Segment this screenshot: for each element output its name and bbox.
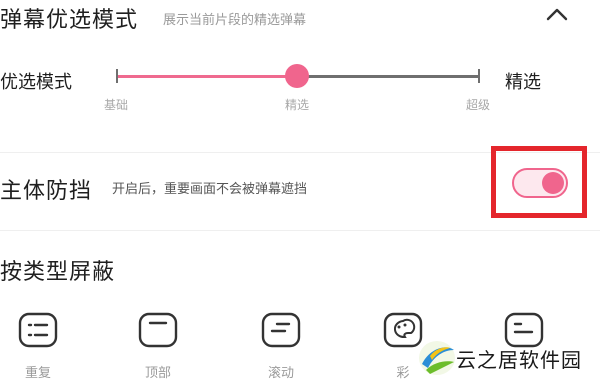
section-title: 弹幕优选模式 bbox=[0, 8, 139, 33]
type-item-top[interactable]: 顶部 bbox=[126, 312, 190, 381]
mode-label: 优选模式 bbox=[0, 72, 72, 93]
watermark: 云之居软件园 bbox=[412, 332, 600, 382]
slider-level-basic[interactable]: 基础 bbox=[104, 96, 128, 113]
slider-fill bbox=[116, 75, 297, 78]
top-danmaku-icon bbox=[138, 312, 178, 348]
slider-level-select[interactable]: 精选 bbox=[285, 96, 309, 113]
chevron-up-icon bbox=[546, 8, 568, 21]
collapse-button[interactable] bbox=[542, 2, 572, 26]
protection-title: 主体防挡 bbox=[0, 179, 93, 204]
scroll-danmaku-icon bbox=[261, 312, 301, 348]
protection-description: 开启后，重要画面不会被弹幕遮挡 bbox=[112, 182, 308, 197]
divider bbox=[0, 230, 600, 231]
watermark-text: 云之居软件园 bbox=[456, 348, 582, 372]
protection-toggle[interactable] bbox=[512, 168, 568, 198]
type-label: 重复 bbox=[24, 366, 51, 381]
filter-type-title: 按类型屏蔽 bbox=[0, 260, 116, 285]
slider-thumb[interactable] bbox=[285, 64, 309, 88]
mode-value: 精选 bbox=[505, 72, 541, 93]
type-label: 滚动 bbox=[267, 366, 294, 381]
type-label: 顶部 bbox=[144, 366, 171, 381]
type-item-repeat[interactable]: 重复 bbox=[6, 312, 70, 381]
list-icon bbox=[18, 312, 58, 348]
watermark-logo-icon bbox=[419, 341, 455, 375]
slider-tick-start bbox=[116, 69, 118, 83]
slider-level-super[interactable]: 超级 bbox=[466, 96, 490, 113]
section-subtitle: 展示当前片段的精选弹幕 bbox=[163, 13, 307, 28]
slider-tick-end bbox=[478, 69, 480, 83]
toggle-knob bbox=[542, 172, 564, 194]
type-item-scroll[interactable]: 滚动 bbox=[249, 312, 313, 381]
